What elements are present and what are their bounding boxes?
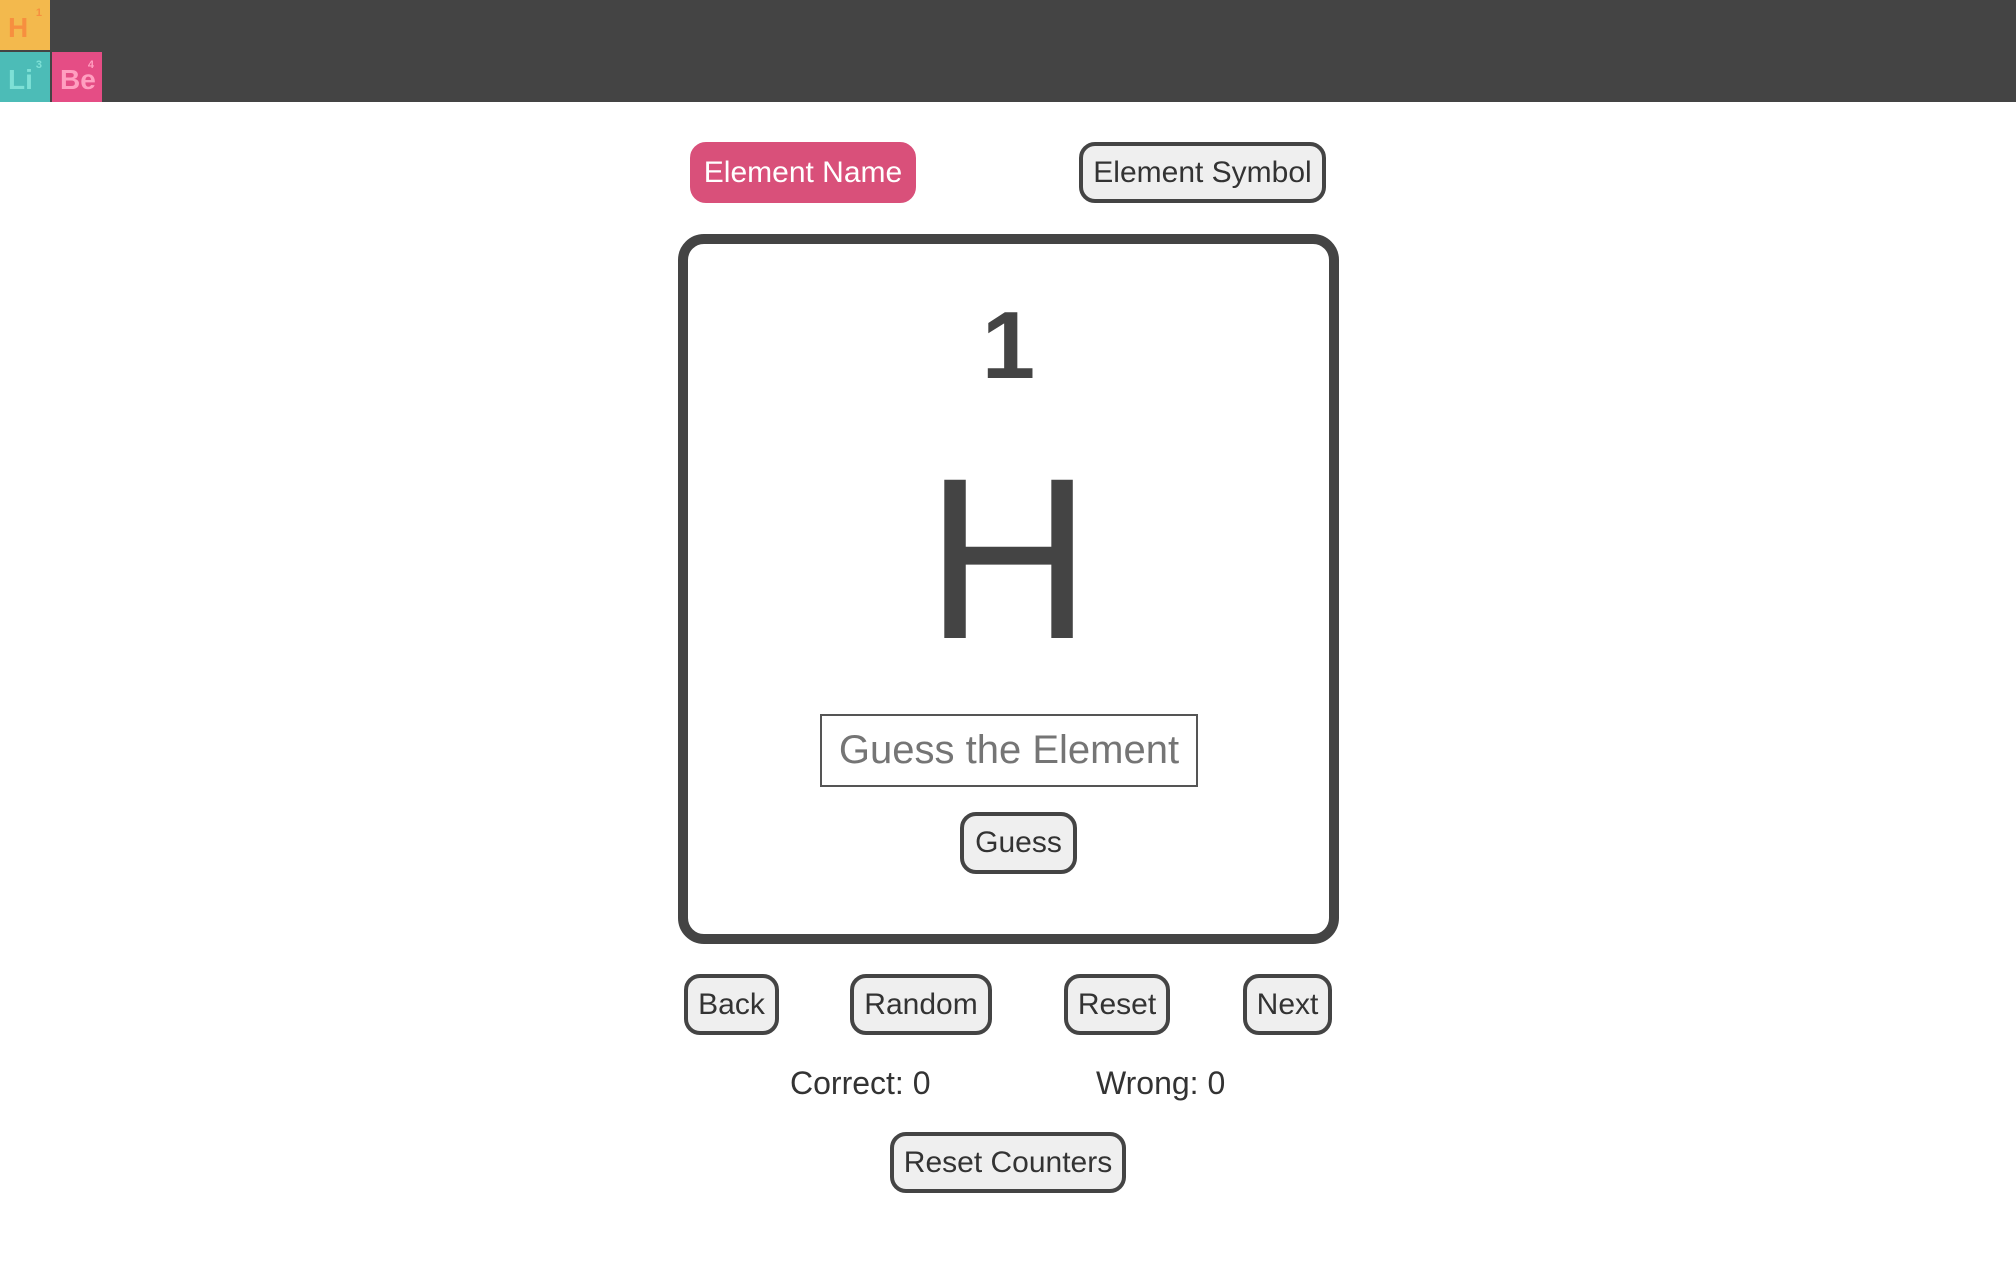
logo-tile-symbol: Li [8, 64, 33, 95]
logo-tile-symbol: H [8, 12, 29, 43]
top-bar: H 1 Li 3 Be 4 [0, 0, 2016, 102]
guess-input[interactable] [820, 714, 1198, 787]
element-symbol: H [925, 430, 1092, 687]
logo-tile-lithium: Li 3 [0, 52, 50, 102]
element-card: 1 H Guess [678, 234, 1339, 944]
logo-tile-number: 4 [87, 59, 94, 71]
wrong-counter: Wrong: 0 [1096, 1065, 1226, 1101]
logo-tile-number: 1 [35, 7, 42, 19]
back-button[interactable]: Back [684, 974, 779, 1035]
logo-tile-hydrogen: H 1 [0, 0, 50, 50]
next-button[interactable]: Next [1243, 974, 1332, 1035]
logo-tile-beryllium: Be 4 [52, 52, 102, 102]
atomic-number: 1 [981, 292, 1036, 399]
element-symbol-mode-button[interactable]: Element Symbol [1079, 142, 1326, 203]
element-name-mode-button[interactable]: Element Name [690, 142, 916, 203]
guess-button[interactable]: Guess [960, 812, 1077, 874]
reset-counters-button[interactable]: Reset Counters [890, 1132, 1126, 1193]
periodic-logo[interactable]: H 1 Li 3 Be 4 [0, 0, 102, 102]
random-button[interactable]: Random [850, 974, 992, 1035]
logo-tile-number: 3 [35, 59, 42, 71]
correct-counter: Correct: 0 [790, 1065, 931, 1101]
reset-button[interactable]: Reset [1064, 974, 1170, 1035]
